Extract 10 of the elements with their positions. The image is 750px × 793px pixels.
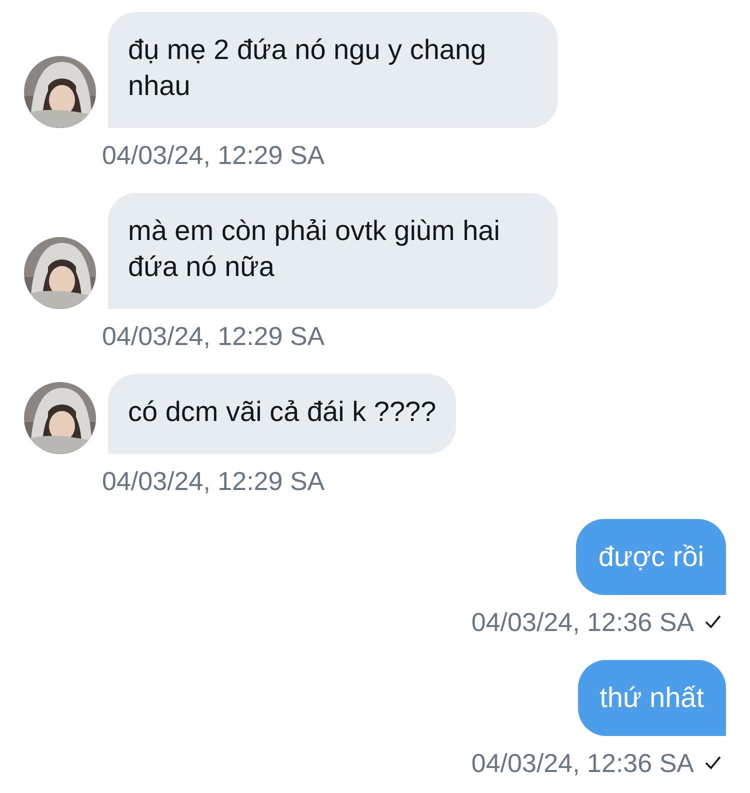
timestamp: 04/03/24, 12:36 SA (471, 607, 694, 637)
timestamp: 04/03/24, 12:29 SA (102, 466, 325, 496)
message-bubble: được rồi (576, 519, 726, 595)
message-bubble: đụ mẹ 2 đứa nó ngu y chang nhau (108, 12, 558, 128)
timestamp: 04/03/24, 12:36 SA (471, 748, 694, 778)
message-bubble: mà em còn phải ovtk giùm hai đứa nó nữa (108, 193, 558, 309)
timestamp: 04/03/24, 12:29 SA (102, 140, 325, 170)
timestamp: 04/03/24, 12:29 SA (102, 321, 325, 351)
message-bubble: có dcm vãi cả đái k ???? (108, 374, 456, 454)
message-bubble: thứ nhất (578, 660, 726, 736)
